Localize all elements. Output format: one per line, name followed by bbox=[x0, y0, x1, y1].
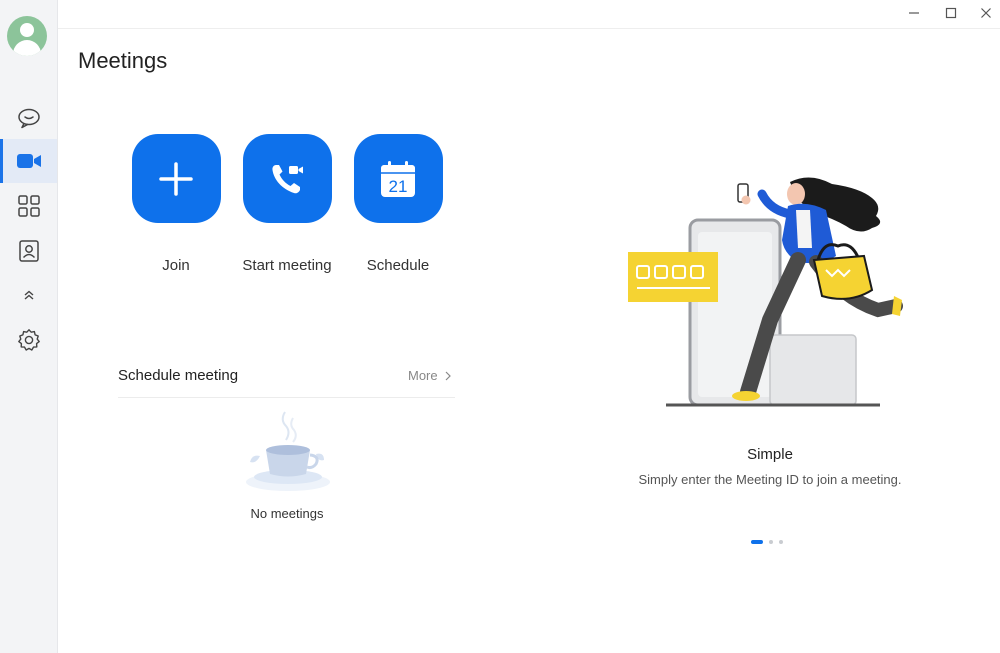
page-title: Meetings bbox=[78, 48, 168, 73]
title-bar-divider bbox=[58, 28, 1000, 29]
close-icon bbox=[981, 8, 991, 18]
schedule-section-title: Schedule meeting bbox=[118, 367, 239, 384]
start-meeting-button[interactable] bbox=[242, 134, 332, 223]
contacts-icon bbox=[18, 240, 39, 262]
carousel-indicator bbox=[751, 540, 783, 544]
sidebar-item-chat[interactable] bbox=[0, 96, 57, 140]
maximize-icon bbox=[945, 7, 957, 19]
gear-icon bbox=[17, 329, 40, 351]
feature-title: Simple bbox=[747, 446, 793, 463]
schedule-label: Schedule bbox=[366, 257, 430, 274]
grid-icon bbox=[17, 195, 40, 217]
avatar[interactable] bbox=[7, 16, 47, 56]
minimize-button[interactable] bbox=[904, 4, 924, 22]
maximize-button[interactable] bbox=[941, 4, 961, 22]
sidebar-item-apps[interactable] bbox=[0, 184, 57, 228]
join-button[interactable] bbox=[131, 134, 221, 223]
minimize-icon bbox=[909, 12, 919, 14]
sidebar-item-collapse[interactable] bbox=[0, 273, 57, 317]
video-camera-icon bbox=[16, 154, 41, 168]
chat-bubble-icon bbox=[17, 108, 40, 129]
more-link[interactable]: More bbox=[408, 368, 452, 383]
sidebar-item-contacts[interactable] bbox=[0, 229, 57, 273]
carousel-dot-1[interactable] bbox=[751, 540, 763, 544]
walking-woman-illustration bbox=[628, 177, 903, 407]
schedule-action: 21 Schedule bbox=[342, 134, 454, 274]
start-meeting-action: Start meeting bbox=[231, 134, 343, 274]
close-button[interactable] bbox=[976, 4, 996, 22]
phone-video-icon bbox=[272, 164, 303, 193]
empty-state-text: No meetings bbox=[250, 506, 324, 521]
sidebar-item-meetings[interactable] bbox=[0, 139, 57, 183]
chevron-right-icon bbox=[445, 371, 451, 380]
join-label: Join bbox=[162, 257, 190, 274]
section-divider bbox=[118, 397, 455, 398]
calendar-day: 21 bbox=[389, 177, 408, 196]
feature-description: Simply enter the Meeting ID to join a me… bbox=[638, 472, 902, 487]
join-action: Join bbox=[120, 134, 232, 274]
sidebar-item-settings[interactable] bbox=[0, 318, 57, 362]
carousel-dot-2[interactable] bbox=[769, 540, 773, 544]
plus-icon bbox=[159, 161, 193, 196]
empty-coffee-cup-illustration bbox=[246, 411, 330, 491]
calendar-icon: 21 bbox=[381, 160, 415, 197]
avatar-head bbox=[20, 23, 34, 37]
more-label: More bbox=[408, 368, 438, 383]
double-chevron-up-icon bbox=[24, 290, 33, 300]
carousel-dot-3[interactable] bbox=[779, 540, 783, 544]
start-meeting-label: Start meeting bbox=[242, 257, 332, 274]
sidebar bbox=[0, 0, 58, 653]
avatar-body bbox=[13, 40, 41, 56]
schedule-button[interactable]: 21 bbox=[353, 134, 443, 223]
